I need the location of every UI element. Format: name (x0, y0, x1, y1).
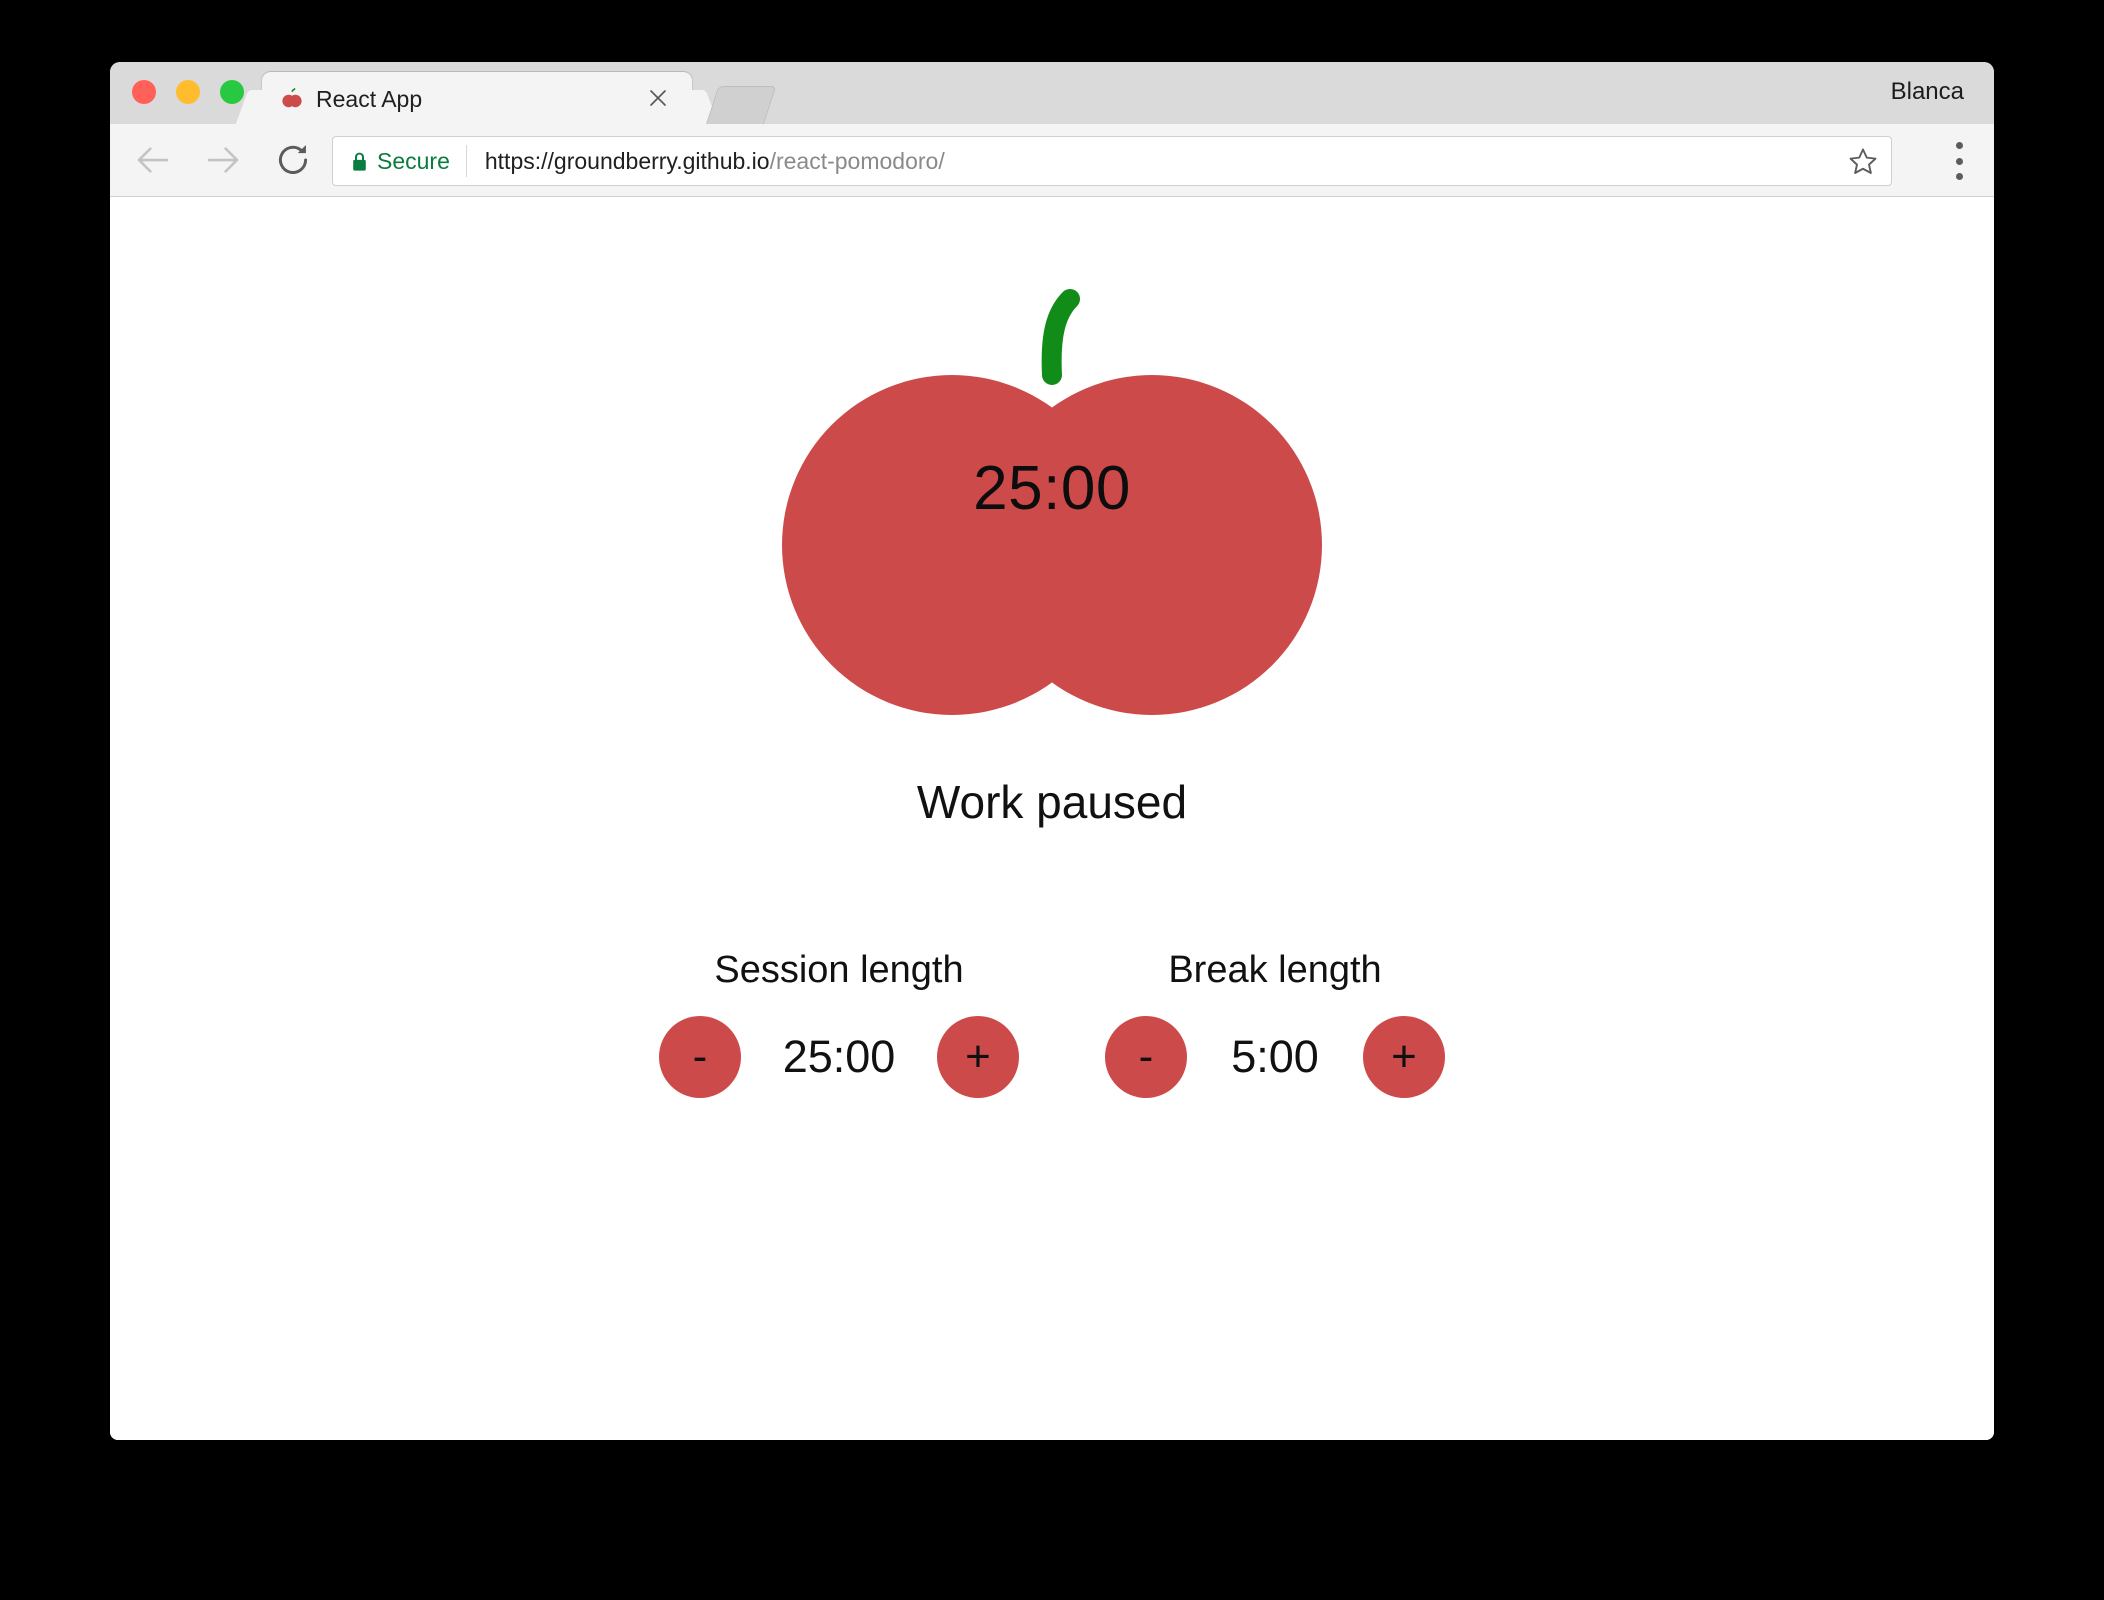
timer-value: 25:00 (973, 454, 1131, 523)
tomato-favicon-icon (282, 88, 302, 108)
tomato-timer[interactable]: 25:00 (782, 277, 1322, 747)
window-minimize-button[interactable] (176, 80, 200, 104)
pomodoro-app: 25:00 Work paused Session length - 25:00… (110, 197, 1994, 1098)
menu-dot (1955, 142, 1963, 149)
break-decrement-button[interactable]: - (1105, 1016, 1187, 1098)
session-increment-button[interactable]: + (937, 1016, 1019, 1098)
break-length-value: 5:00 (1231, 1031, 1319, 1082)
session-length-value: 25:00 (782, 1031, 896, 1082)
break-length-stepper: - 5:00 + (1105, 1016, 1445, 1098)
arrow-left-icon[interactable] (132, 139, 174, 181)
new-tab-button[interactable] (705, 86, 777, 125)
tomato-stem-icon (1041, 289, 1080, 385)
session-length-setting: Session length - 25:00 + (659, 949, 1019, 1098)
star-icon[interactable] (1848, 146, 1878, 176)
browser-toolbar: Secure https://groundberry.github.io/rea… (110, 124, 1994, 197)
url-origin: https://groundberry.github.io (484, 147, 770, 174)
profile-name[interactable]: Blanca (1891, 78, 1964, 106)
url-text: https://groundberry.github.io/react-pomo… (467, 148, 945, 175)
break-length-label: Break length (1168, 949, 1382, 991)
settings-row: Session length - 25:00 + Break length - … (659, 949, 1445, 1098)
browser-window: React App Blanca Secure https://groundbe… (110, 62, 1994, 1440)
session-length-stepper: - 25:00 + (659, 1016, 1019, 1098)
window-controls (132, 80, 244, 104)
lock-icon (353, 152, 366, 171)
arrow-right-icon[interactable] (202, 139, 244, 181)
security-indicator[interactable]: Secure (333, 145, 467, 177)
secure-label: Secure (377, 147, 450, 174)
reload-icon[interactable] (272, 139, 314, 181)
url-path: /react-pomodoro/ (769, 147, 945, 174)
break-length-setting: Break length - 5:00 + (1105, 949, 1445, 1098)
break-increment-button[interactable]: + (1363, 1016, 1445, 1098)
three-dots-menu-icon[interactable] (1954, 142, 1964, 180)
menu-dot (1955, 173, 1963, 180)
tab-strip: React App Blanca (110, 62, 1994, 125)
tomato-body-right (982, 375, 1322, 715)
close-icon[interactable] (646, 86, 670, 110)
session-decrement-button[interactable]: - (659, 1016, 741, 1098)
session-length-label: Session length (714, 949, 964, 991)
timer-status-text: Work paused (916, 776, 1188, 828)
window-maximize-button[interactable] (220, 80, 244, 104)
address-bar[interactable]: Secure https://groundberry.github.io/rea… (332, 136, 1892, 186)
menu-dot (1955, 157, 1963, 165)
page-content: 25:00 Work paused Session length - 25:00… (110, 197, 1994, 1440)
window-close-button[interactable] (132, 80, 156, 104)
tab-title: React App (316, 86, 423, 112)
browser-tab[interactable]: React App (262, 72, 692, 124)
